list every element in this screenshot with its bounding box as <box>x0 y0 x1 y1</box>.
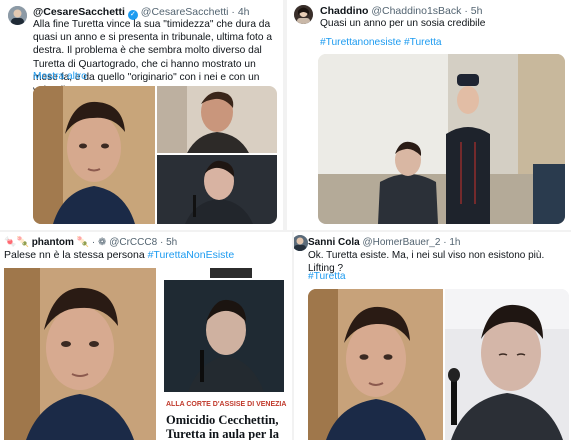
tweet-text: Ok. Turetta esiste. Ma, i nei sul viso n… <box>308 250 545 275</box>
photo-top-right[interactable] <box>157 86 277 153</box>
news-headline[interactable]: Omicidio Cecchettin, Turetta in aula per… <box>166 413 279 440</box>
timestamp[interactable]: 4h <box>238 6 250 18</box>
photo-right[interactable] <box>445 289 569 440</box>
handle[interactable]: @Chaddino1sBack <box>371 5 461 17</box>
handle[interactable]: @CrCCC8 <box>109 237 157 248</box>
handle[interactable]: @CesareSacchetti <box>141 6 229 18</box>
tweet-card-chaddino[interactable]: Chaddino @Chaddino1sBack · 5h Quasi un a… <box>287 0 571 230</box>
news-card[interactable]: ALLA CORTE D'ASSISE DI VENEZIA Omicidio … <box>160 268 288 440</box>
avatar[interactable] <box>8 6 27 25</box>
handle[interactable]: @HomerBauer_2 <box>362 237 440 248</box>
tweet-text: Quasi un anno per un sosia credibile <box>320 18 486 29</box>
news-headline-line-2: Turetta in aula per la <box>166 427 279 440</box>
hashtag-link[interactable]: #Turetta <box>308 270 346 283</box>
tweet-text: Palese nn è la stessa persona #TurettaNo… <box>4 249 234 262</box>
display-name[interactable]: @CesareSacchetti <box>33 6 125 18</box>
photo-bottom-right[interactable] <box>157 155 277 224</box>
timestamp[interactable]: 1h <box>449 237 460 248</box>
hashtag-link[interactable]: #TurettaNonEsiste <box>148 249 235 261</box>
photo-left[interactable] <box>308 289 443 440</box>
display-name[interactable]: Sanni Cola <box>308 237 360 248</box>
hashtag-link[interactable]: #Turettanonesiste #Turetta <box>320 36 442 49</box>
tweet-header: Sanni Cola @HomerBauer_2 · 1h <box>308 237 461 248</box>
avatar-icon: ❁ <box>98 237 107 248</box>
photo-left[interactable] <box>33 86 155 224</box>
timestamp[interactable]: 5h <box>166 237 177 248</box>
emoji-icon: 🍡 <box>76 237 90 248</box>
show-more-link[interactable]: Mostra altro <box>33 70 87 83</box>
photo-left[interactable] <box>4 268 156 440</box>
tweet-header: 🍬🍡 phantom 🍡 · ❁ @CrCCC8 · 5h <box>4 237 178 248</box>
display-name[interactable]: Chaddino <box>320 5 368 17</box>
emoji-icon: 🍬🍡 <box>4 237 29 248</box>
news-headline-line-1: Omicidio Cecchettin, <box>166 413 279 427</box>
timestamp[interactable]: 5h <box>471 5 483 17</box>
tweet-text-plain: Palese nn è la stessa persona <box>4 249 148 261</box>
tweet-photo[interactable] <box>318 54 565 224</box>
avatar[interactable] <box>294 235 308 251</box>
display-name[interactable]: phantom <box>32 237 74 248</box>
tweet-card-phantom[interactable]: 🍬🍡 phantom 🍡 · ❁ @CrCCC8 · 5h Palese nn … <box>0 232 292 440</box>
avatar[interactable] <box>294 5 313 24</box>
tweet-card-sanni[interactable]: Sanni Cola @HomerBauer_2 · 1h Ok. Turett… <box>294 232 571 440</box>
news-caption: ALLA CORTE D'ASSISE DI VENEZIA <box>166 401 287 408</box>
tweet-card-cesare[interactable]: @CesareSacchetti ✓ @CesareSacchetti · 4h… <box>0 0 283 230</box>
